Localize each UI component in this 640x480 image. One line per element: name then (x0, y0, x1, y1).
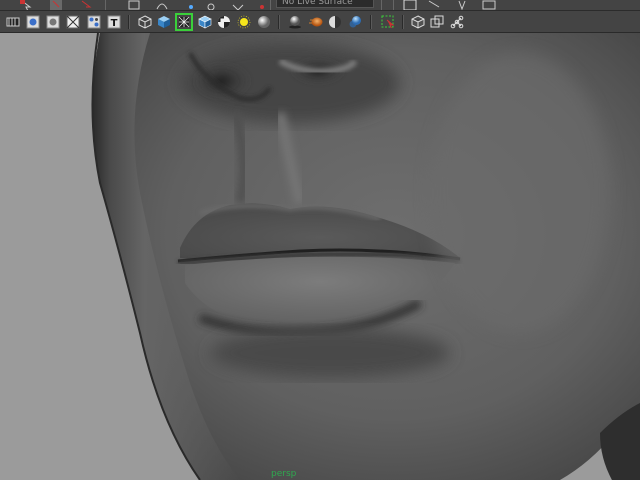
status-line: No Live Surface (0, 0, 640, 11)
xray-button[interactable] (410, 14, 426, 30)
snap-grid-icon[interactable] (128, 0, 140, 10)
snap-curve-icon[interactable] (156, 0, 168, 10)
grid-button[interactable] (65, 14, 81, 30)
textured-icon (198, 15, 212, 29)
snap-point-icon[interactable] (185, 0, 197, 9)
screen-space-ao-button[interactable] (287, 14, 303, 30)
motion-blur-button[interactable] (308, 14, 324, 30)
face-model-render (91, 33, 640, 480)
ao-sphere-icon (289, 16, 301, 29)
separator (393, 0, 394, 10)
grid-pattern-icon (87, 15, 101, 29)
checker-icon (218, 16, 230, 28)
isolate-select-button[interactable] (380, 14, 396, 30)
image-plane-button[interactable] (25, 14, 41, 30)
xray-joints-button[interactable] (449, 14, 465, 30)
ipr-render-icon[interactable] (456, 0, 468, 10)
isolate-icon (381, 15, 395, 29)
depth-of-field-button[interactable] (347, 14, 363, 30)
snap-surface-icon[interactable] (232, 0, 244, 10)
all-lights-button[interactable] (236, 14, 252, 30)
select-object-icon[interactable] (80, 0, 92, 8)
grid-icon (66, 15, 80, 29)
xray-components-button[interactable] (429, 14, 445, 30)
make-live-icon[interactable] (205, 0, 217, 10)
wireframe-button[interactable] (137, 14, 153, 30)
xray-components-icon (430, 15, 444, 28)
toolbar-separator (278, 15, 280, 29)
text-icon: T (107, 15, 121, 29)
separator (381, 0, 382, 10)
joints-icon (450, 15, 464, 29)
pan-zoom-button[interactable] (45, 14, 61, 30)
multisample-aa-button[interactable] (327, 14, 343, 30)
toolbar-separator (402, 15, 404, 29)
grid-pattern-button[interactable] (86, 14, 102, 30)
svg-text:T: T (111, 18, 118, 29)
live-object-field[interactable]: No Live Surface (276, 0, 374, 8)
camera-name-label: persp (271, 469, 297, 479)
motion-blur-icon (309, 17, 323, 27)
toolbar-separator (370, 15, 372, 29)
camera-attributes-button[interactable] (5, 14, 21, 30)
pan-zoom-icon (46, 15, 60, 29)
xray-cube-icon (411, 15, 425, 29)
default-material-button[interactable] (216, 14, 232, 30)
select-hierarchy-icon[interactable] (50, 0, 62, 10)
film-gate-icon (6, 17, 20, 27)
smooth-shade-button[interactable] (156, 14, 172, 30)
separator (270, 0, 271, 10)
toolbar-separator (128, 15, 130, 29)
magnet-icon[interactable] (256, 0, 268, 9)
sphere-icon (258, 16, 270, 28)
half-sphere-icon (329, 16, 341, 28)
wireframe-on-shaded-button[interactable] (175, 13, 193, 31)
select-tool-icon[interactable] (20, 0, 32, 10)
render-settings-icon[interactable] (482, 0, 496, 10)
light-bulb-icon (237, 15, 251, 29)
render-frame-icon[interactable] (428, 0, 440, 8)
shadows-button[interactable] (256, 14, 272, 30)
render-view-icon[interactable] (403, 0, 417, 10)
separator (105, 0, 106, 10)
text-button[interactable]: T (106, 14, 122, 30)
wire-on-shaded-icon (178, 16, 190, 28)
shaded-cube-icon (158, 16, 170, 28)
textured-button[interactable] (197, 14, 213, 30)
dof-icon (349, 16, 361, 28)
wireframe-cube-icon (138, 15, 152, 29)
perspective-viewport[interactable]: persp (0, 33, 640, 480)
image-plane-icon (26, 15, 40, 29)
panel-toolbar: T (0, 11, 640, 33)
